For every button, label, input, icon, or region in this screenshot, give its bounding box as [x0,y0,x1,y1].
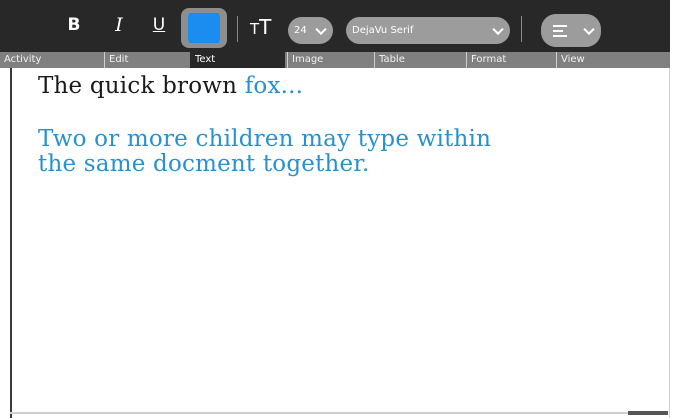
chevron-down-icon [315,23,327,35]
tab-table[interactable]: Table [374,52,466,68]
chevron-down-icon [492,23,504,35]
document-area[interactable] [10,68,670,418]
font-size-dropdown[interactable]: 24 [288,17,333,44]
font-size-value: 24 [294,25,307,36]
bold-button[interactable]: B [60,10,88,40]
tab-view[interactable]: View [556,52,648,68]
document-line-1-text: The quick brown [38,73,245,99]
align-left-icon [553,24,567,37]
underline-button[interactable]: U [145,10,173,40]
toolbar-separator [237,16,238,42]
document-line-1: The quick brown fox... [38,73,303,99]
toolbar: B I U TT 24 DejaVu Serif [0,0,670,52]
scroll-indicator [628,411,668,415]
text-size-icon-big: T [259,15,272,39]
toolbar-separator [521,16,522,42]
document-line-1-blue-text: fox... [244,73,304,99]
tab-bar-end [648,52,670,68]
text-size-icon-small: T [250,20,260,38]
text-color-button[interactable] [181,8,227,48]
text-color-swatch [188,13,220,43]
chevron-down-icon [583,23,595,35]
alignment-dropdown[interactable] [541,14,601,47]
document-bottom-border [10,412,628,414]
tab-text[interactable]: Text [190,52,285,68]
tab-bar: Activity Edit Text Image Table Format Vi… [0,52,670,68]
font-family-dropdown[interactable]: DejaVu Serif [346,17,510,44]
tab-format[interactable]: Format [466,52,556,68]
tab-edit[interactable]: Edit [104,52,190,68]
tab-activity[interactable]: Activity [0,52,52,68]
font-family-value: DejaVu Serif [352,25,414,36]
document-line-2: Two or more children may type within [38,126,492,152]
window-edge [670,0,684,418]
text-size-icon[interactable]: TT [250,17,271,39]
italic-button[interactable]: I [105,10,133,40]
document-line-3: the same docment together. [38,151,370,177]
tab-image[interactable]: Image [287,52,374,68]
